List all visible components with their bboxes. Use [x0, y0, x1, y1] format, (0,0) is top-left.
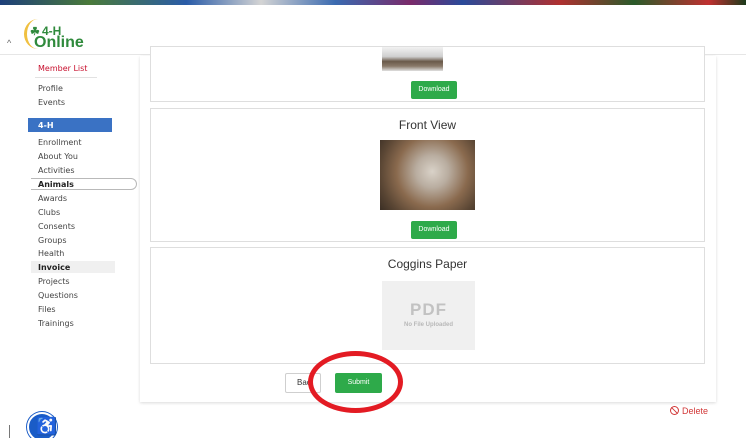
- photo-card-top: Download: [150, 46, 705, 102]
- sidebar-item-trainings[interactable]: Trainings: [38, 319, 74, 328]
- sidebar-item-questions[interactable]: Questions: [38, 291, 78, 300]
- front-view-photo: [380, 140, 475, 210]
- ban-icon: [670, 406, 679, 415]
- sidebar-item-awards[interactable]: Awards: [38, 194, 67, 203]
- sidebar-item-animals[interactable]: Animals: [38, 180, 74, 189]
- sidebar-item-clubs[interactable]: Clubs: [38, 208, 60, 217]
- sidebar-item-enrollment[interactable]: Enrollment: [38, 138, 82, 147]
- sidebar: Member List Profile Events 4-H Enrollmen…: [27, 56, 137, 438]
- sidebar-item-consents[interactable]: Consents: [38, 222, 75, 231]
- sidebar-item-activities[interactable]: Activities: [38, 166, 75, 175]
- no-file-label: No File Uploaded: [403, 322, 453, 328]
- card-title-coggins: Coggins Paper: [387, 257, 468, 271]
- delete-link[interactable]: Delete: [670, 405, 708, 416]
- logo-text-online: Online: [34, 34, 84, 51]
- sidebar-item-events[interactable]: Events: [38, 98, 65, 107]
- pdf-placeholder: PDF No File Uploaded: [382, 281, 475, 350]
- sidebar-item-member-list[interactable]: Member List: [38, 64, 87, 73]
- sidebar-item-groups[interactable]: Groups: [38, 236, 67, 245]
- accessibility-button[interactable]: ♿: [27, 412, 57, 438]
- sidebar-section-4h[interactable]: 4-H: [28, 118, 112, 132]
- animal-detail-panel: Download Front View Download Coggins Pap…: [140, 46, 716, 413]
- annotation-circle: [308, 351, 403, 413]
- window-edge: [9, 425, 10, 438]
- sidebar-item-about-you[interactable]: About You: [38, 152, 78, 161]
- sidebar-item-health[interactable]: Health: [38, 249, 64, 258]
- sidebar-item-invoice[interactable]: Invoice: [38, 263, 70, 272]
- delete-label: Delete: [682, 406, 709, 416]
- download-button[interactable]: Download: [411, 221, 457, 239]
- sidebar-item-profile[interactable]: Profile: [38, 84, 63, 93]
- animal-photo-top: [382, 47, 443, 71]
- document-card-coggins: Coggins Paper PDF No File Uploaded: [150, 247, 705, 364]
- pdf-label: PDF: [410, 300, 447, 319]
- sidebar-item-projects[interactable]: Projects: [38, 277, 70, 286]
- card-title-front-view: Front View: [398, 118, 457, 132]
- sidebar-item-files[interactable]: Files: [38, 305, 56, 314]
- download-button[interactable]: Download: [411, 81, 457, 99]
- 4h-online-logo[interactable]: ☘ 4-H Online: [24, 19, 88, 53]
- collapse-caret-icon[interactable]: ^: [7, 38, 11, 48]
- accessibility-icon: ♿: [36, 417, 58, 436]
- sidebar-divider: [35, 77, 97, 78]
- photo-card-front-view: Front View Download: [150, 108, 705, 242]
